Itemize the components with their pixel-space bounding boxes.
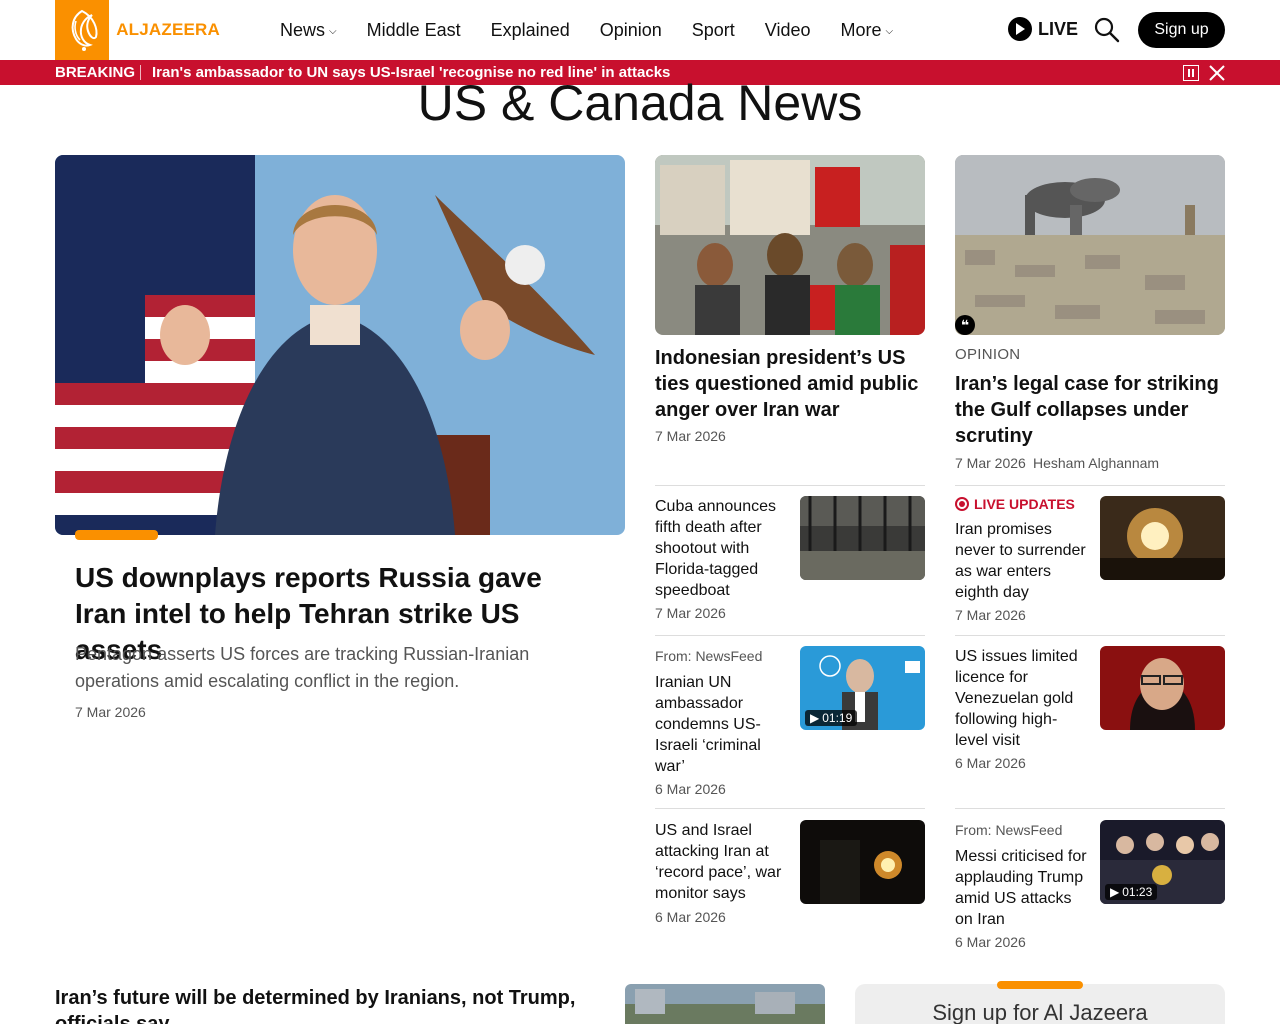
card-image-indonesia[interactable] xyxy=(655,155,925,335)
search-icon[interactable] xyxy=(1093,16,1121,44)
site-logo[interactable]: ALJAZEERA xyxy=(55,0,220,60)
divider xyxy=(955,808,1225,809)
nav-item-explained[interactable]: Explained xyxy=(491,20,570,41)
play-icon: ▶ xyxy=(1110,885,1120,899)
small-story-thumb[interactable] xyxy=(1100,646,1225,730)
nav-item-news[interactable]: News ⌵ xyxy=(280,20,337,41)
small-story-title[interactable]: Iranian UN ambassador condemns US-Israel… xyxy=(655,672,790,777)
card-title-indonesia[interactable]: Indonesian president’s US ties questione… xyxy=(655,345,925,423)
newsletter-title: Sign up for Al Jazeera xyxy=(932,1000,1148,1024)
lead-story-image[interactable] xyxy=(55,155,625,535)
small-story-title[interactable]: Cuba announces fifth death after shootou… xyxy=(655,496,790,601)
small-story-date: 7 Mar 2026 xyxy=(655,605,726,621)
card-date: 7 Mar 2026 xyxy=(655,428,726,444)
card-date: 7 Mar 2026 xyxy=(955,455,1026,471)
divider xyxy=(655,808,925,809)
nav-item-sport[interactable]: Sport xyxy=(692,20,735,41)
video-duration: ▶ 01:23 xyxy=(1105,884,1158,900)
small-story-title[interactable]: Messi criticised for applauding Trump am… xyxy=(955,846,1090,930)
card-author[interactable]: Hesham Alghannam xyxy=(1033,455,1159,471)
quote-icon: ❝ xyxy=(955,315,975,335)
site-header: ALJAZEERA News ⌵ Middle East Explained O… xyxy=(0,0,1280,60)
video-duration: ▶ 01:19 xyxy=(805,710,858,726)
nav-label: Middle East xyxy=(366,19,461,40)
small-story-date: 6 Mar 2026 xyxy=(955,934,1026,950)
nav-label: Video xyxy=(764,19,811,40)
newsletter-accent-bar xyxy=(997,981,1083,989)
play-icon: ▶ xyxy=(810,711,820,725)
card-image-gulf[interactable] xyxy=(955,155,1225,335)
small-story-thumb[interactable]: ▶ 01:19 xyxy=(800,646,925,730)
page-title: US & Canada News xyxy=(417,75,863,131)
chevron-down-icon: ⌵ xyxy=(885,25,894,37)
aljazeera-logo-icon xyxy=(55,0,110,60)
duration-text: 01:19 xyxy=(822,711,853,725)
nav-label: Explained xyxy=(490,19,570,40)
lead-story-summary: Pentagon asserts US forces are tracking … xyxy=(75,644,530,691)
small-story-date: 6 Mar 2026 xyxy=(655,781,726,797)
divider xyxy=(955,635,1225,636)
duration-text: 01:23 xyxy=(1122,885,1153,899)
small-story-thumb[interactable] xyxy=(800,820,925,904)
nav-item-middle-east[interactable]: Middle East xyxy=(367,20,461,41)
lead-accent-bar xyxy=(75,530,158,540)
small-story-date: 6 Mar 2026 xyxy=(655,909,726,925)
small-story-title[interactable]: US issues limited licence for Venezuelan… xyxy=(955,646,1090,751)
nav-label: More xyxy=(840,19,882,40)
card-title-gulf[interactable]: Iran’s legal case for striking the Gulf … xyxy=(955,371,1225,449)
logo-text: ALJAZEERA xyxy=(116,20,220,39)
small-story-title[interactable]: Iran promises never to surrender as war … xyxy=(955,519,1090,603)
nav-item-video[interactable]: Video xyxy=(765,20,811,41)
lead-story-date: 7 Mar 2026 xyxy=(75,704,146,720)
bottom-story-image[interactable] xyxy=(625,984,825,1024)
live-updates-label: LIVE UPDATES xyxy=(974,496,1075,512)
source-label: From: NewsFeed xyxy=(655,648,763,664)
divider xyxy=(955,485,1225,486)
play-icon xyxy=(1008,17,1032,41)
small-story-date: 7 Mar 2026 xyxy=(955,607,1026,623)
live-updates-badge: LIVE UPDATES xyxy=(955,496,1075,512)
opinion-label: OPINION xyxy=(955,346,1021,363)
small-story-thumb[interactable] xyxy=(1100,496,1225,580)
small-story-date: 6 Mar 2026 xyxy=(955,755,1026,771)
divider xyxy=(655,485,925,486)
source-label: From: NewsFeed xyxy=(955,822,1063,838)
live-button[interactable]: LIVE xyxy=(1008,17,1078,41)
chevron-down-icon: ⌵ xyxy=(329,25,337,37)
nav-item-more[interactable]: More ⌵ xyxy=(841,20,894,41)
main-nav: News ⌵ Middle East Explained Opinion Spo… xyxy=(280,0,893,60)
newsletter-signup-box: Sign up for Al Jazeera xyxy=(855,984,1225,1024)
small-story-thumb[interactable]: ▶ 01:23 xyxy=(1100,820,1225,904)
live-label: LIVE xyxy=(1038,18,1079,39)
small-story-title[interactable]: US and Israel attacking Iran at ‘record … xyxy=(655,820,790,904)
nav-label: Opinion xyxy=(599,19,662,40)
live-dot-icon xyxy=(955,497,969,511)
nav-item-opinion[interactable]: Opinion xyxy=(600,20,662,41)
nav-label: News xyxy=(280,19,326,40)
divider xyxy=(655,635,925,636)
small-story-thumb[interactable] xyxy=(800,496,925,580)
nav-label: Sport xyxy=(691,19,735,40)
signup-button[interactable]: Sign up xyxy=(1138,12,1225,48)
bottom-story-title[interactable]: Iran’s future will be determined by Iran… xyxy=(55,985,615,1024)
